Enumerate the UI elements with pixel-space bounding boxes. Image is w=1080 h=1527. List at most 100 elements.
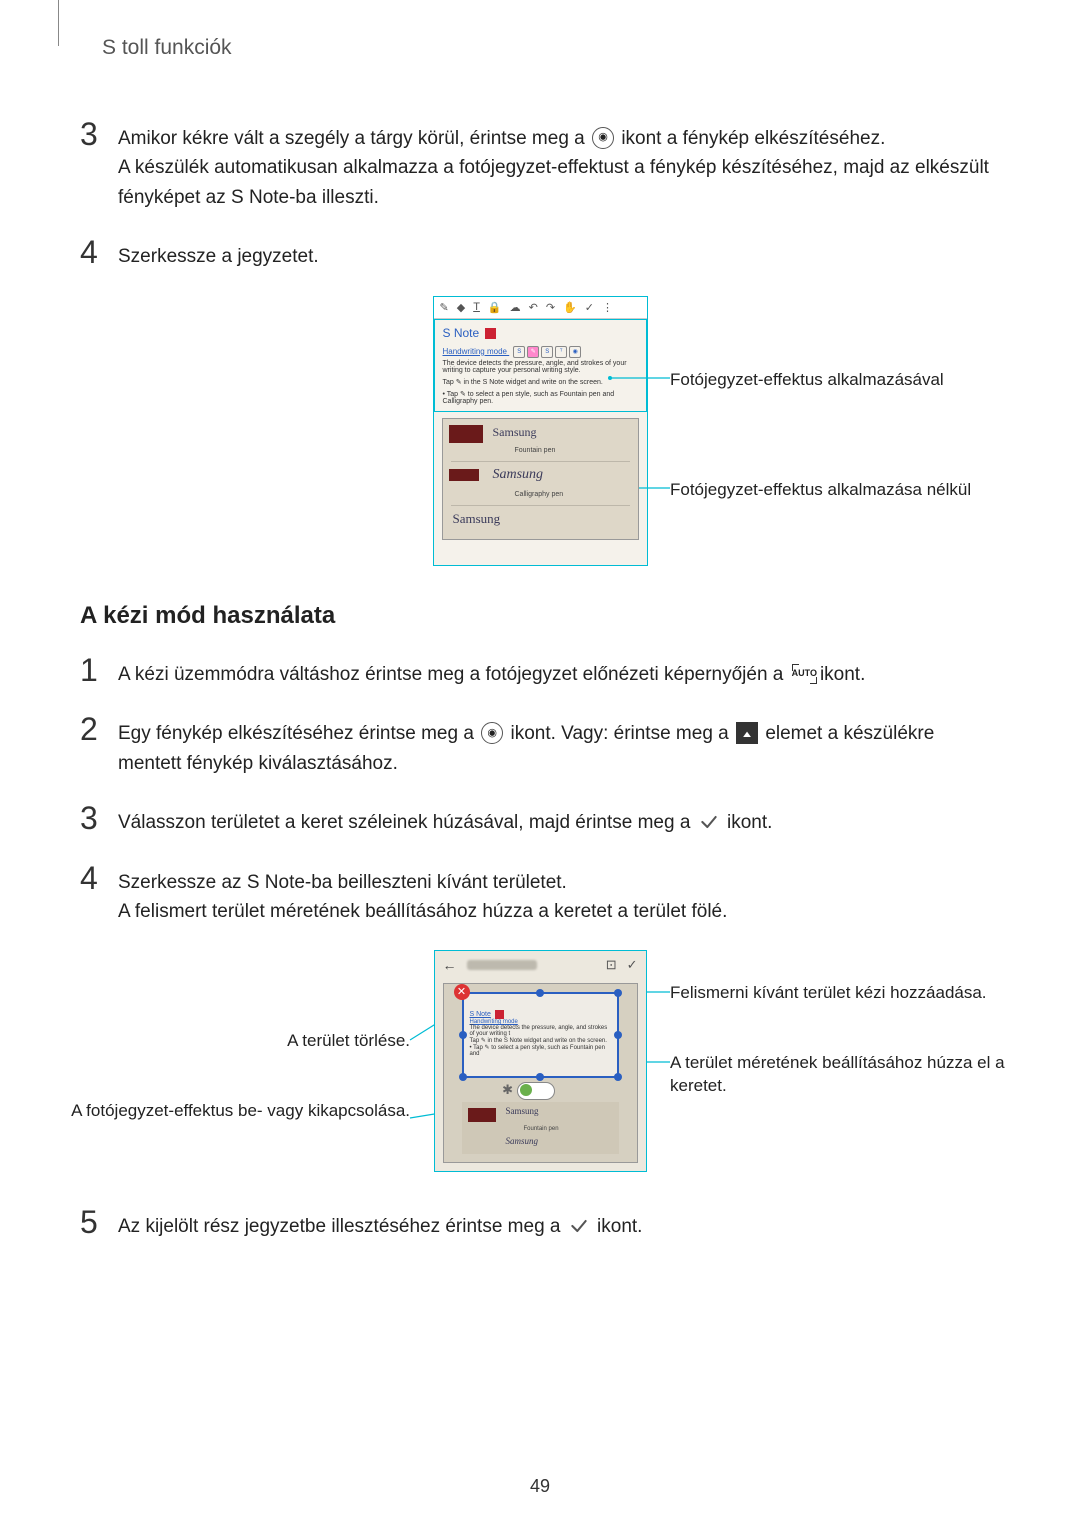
figure-1-wrap: ✎ ◆ T 🔒 ☁ ↶ ↷ ✋ ✓ ⋮ S Note Handwriting m…	[80, 296, 1000, 566]
section-title: A kézi mód használata	[80, 602, 1000, 630]
fig1-tip1: Tap ✎ in the S Note widget and write on …	[435, 376, 646, 388]
step-text: A készülék automatikusan alkalmazza a fo…	[118, 157, 989, 207]
step-body: A kézi üzemmódra váltáshoz érintse meg a…	[118, 654, 865, 689]
blurred-title	[467, 960, 537, 970]
camera-icon: ◉	[592, 127, 614, 149]
step-number: 3	[80, 118, 102, 212]
step-text: ikont. Vagy: érintse meg a	[510, 723, 734, 744]
hwmode-text: Handwriting mode	[443, 347, 507, 356]
red-rect	[449, 469, 479, 481]
step-text: ikont.	[820, 664, 865, 685]
cursive-text: Samsung	[453, 511, 501, 527]
step-text: A kézi üzemmódra váltáshoz érintse meg a…	[118, 664, 789, 685]
step-text: Az kijelölt rész jegyzetbe illesztéséhez…	[118, 1216, 566, 1237]
step-text: Amikor kékre vált a szegély a tárgy körü…	[118, 128, 590, 149]
step-body: Amikor kékre vált a szegély a tárgy körü…	[118, 118, 1000, 212]
step-body: Szerkessze a jegyzetet.	[118, 236, 319, 271]
lock-icon: 🔒	[488, 301, 502, 314]
desc-text: The device detects the pressure, angle, …	[470, 1025, 608, 1037]
auto-label: AUTO	[792, 667, 817, 681]
red-rect	[468, 1108, 496, 1122]
check-icon: ✓	[627, 957, 638, 973]
resize-handle	[614, 1073, 622, 1081]
step-number: 4	[80, 862, 102, 927]
step-text: Szerkessze az S Note-ba beilleszteni kív…	[118, 872, 567, 893]
step-body: Az kijelölt rész jegyzetbe illesztéséhez…	[118, 1206, 642, 1241]
manual-step-1: 1 A kézi üzemmódra váltáshoz érintse meg…	[80, 654, 1000, 689]
fig2-topbar: ← ⊡ ✓	[435, 951, 646, 979]
step-text: Egy fénykép elkészítéséhez érintse meg a	[118, 723, 479, 744]
document-page: S toll funkciók 3 Amikor kékre vált a sz…	[0, 0, 1080, 1527]
step-number: 1	[80, 654, 102, 689]
more-icon: ⋮	[602, 301, 613, 314]
fig2-content: S Note Handwriting mode The device detec…	[443, 983, 638, 1163]
resize-handle	[614, 1031, 622, 1039]
step-text: ikont a fénykép elkészítéséhez.	[621, 128, 885, 149]
auto-mode-icon: AUTO	[791, 663, 813, 685]
sparkle-icon: ✱	[502, 1082, 513, 1098]
callout-text: Fotójegyzet-effektus alkalmazásával	[670, 369, 944, 392]
pen-label: Fountain pen	[524, 1126, 559, 1132]
tip-text: Tap ✎ in the S Note widget and write on …	[470, 1038, 607, 1044]
cursive-text: Samsung	[493, 425, 537, 440]
resize-handle	[459, 1073, 467, 1081]
step-body: Válasszon területet a keret széleinek hú…	[118, 802, 772, 837]
check-icon: ✓	[585, 301, 594, 314]
step-number: 3	[80, 802, 102, 837]
eraser-icon: ◆	[457, 301, 465, 314]
step-body: Egy fénykép elkészítéséhez érintse meg a…	[118, 713, 1000, 778]
tip-text: • Tap ✎ to select a pen style, such as F…	[470, 1045, 605, 1057]
app-title-text: S Note	[443, 326, 480, 340]
callout-text: Felismerni kívánt terület kézi hozzáadás…	[670, 982, 987, 1005]
hand-icon: ✋	[563, 301, 577, 314]
effect-toggle: ✱	[517, 1082, 555, 1100]
pen-icon: ✎	[440, 301, 449, 314]
manual-step-2: 2 Egy fénykép elkészítéséhez érintse meg…	[80, 713, 1000, 778]
page-header: S toll funkciók	[102, 36, 1000, 60]
cloud-icon: ☁	[510, 301, 521, 314]
step-number: 4	[80, 236, 102, 271]
cursive-text: Samsung	[506, 1136, 539, 1146]
fig1-desc: The device detects the pressure, angle, …	[435, 358, 646, 376]
cursive-text: Samsung	[506, 1106, 539, 1116]
step-number: 5	[80, 1206, 102, 1241]
page-number: 49	[0, 1476, 1080, 1497]
undo-icon: ↶	[529, 301, 538, 314]
callout-text: A fotójegyzet-effektus be- vagy kikapcso…	[71, 1100, 410, 1123]
callout-text: A terület törlése.	[287, 1030, 410, 1053]
red-rect	[449, 425, 483, 443]
fig1-photo: Samsung Fountain pen Samsung Calligraphy…	[442, 418, 639, 540]
selection-frame: S Note Handwriting mode The device detec…	[462, 992, 619, 1078]
step-text: ikont.	[597, 1216, 642, 1237]
fig1-toolbar: ✎ ◆ T 🔒 ☁ ↶ ↷ ✋ ✓ ⋮	[434, 297, 647, 319]
step-5: 5 Az kijelölt rész jegyzetbe illesztéséh…	[80, 1206, 1000, 1241]
crop-add-icon: ⊡	[606, 957, 617, 973]
delete-area-icon: ✕	[454, 984, 470, 1000]
fig1-title: S Note	[435, 320, 646, 342]
fig2-photo: Samsung Fountain pen Samsung	[462, 1102, 619, 1154]
check-icon	[698, 811, 720, 833]
step-text: ikont.	[727, 812, 772, 833]
selection-content: S Note Handwriting mode The device detec…	[464, 994, 617, 1061]
app-title-text: S Note	[470, 1011, 491, 1018]
resize-handle	[536, 1073, 544, 1081]
step-text: Válasszon területet a keret széleinek hú…	[118, 812, 696, 833]
gallery-icon	[736, 722, 758, 744]
pen-label: Fountain pen	[515, 447, 556, 454]
manual-step-3: 3 Válasszon területet a keret széleinek …	[80, 802, 1000, 837]
step-4: 4 Szerkessze a jegyzetet.	[80, 236, 1000, 271]
step-text: A felismert terület méretének beállításá…	[118, 901, 727, 922]
figure-1: ✎ ◆ T 🔒 ☁ ↶ ↷ ✋ ✓ ⋮ S Note Handwriting m…	[433, 296, 648, 566]
figure-2: ← ⊡ ✓ S Note	[434, 950, 647, 1172]
snote-logo-icon	[495, 1010, 504, 1019]
step-3: 3 Amikor kékre vált a szegély a tárgy kö…	[80, 118, 1000, 212]
callout-text: Fotójegyzet-effektus alkalmazása nélkül	[670, 479, 971, 502]
manual-step-4: 4 Szerkessze az S Note-ba beilleszteni k…	[80, 862, 1000, 927]
snote-logo-icon	[485, 328, 496, 339]
resize-handle	[614, 989, 622, 997]
step-number: 2	[80, 713, 102, 778]
check-icon	[568, 1215, 590, 1237]
back-arrow-icon: ←	[443, 957, 457, 973]
fig1-hwmode: Handwriting mode S✎Sᵀ◉	[435, 342, 646, 358]
figure-2-wrap: ← ⊡ ✓ S Note	[80, 950, 1000, 1186]
